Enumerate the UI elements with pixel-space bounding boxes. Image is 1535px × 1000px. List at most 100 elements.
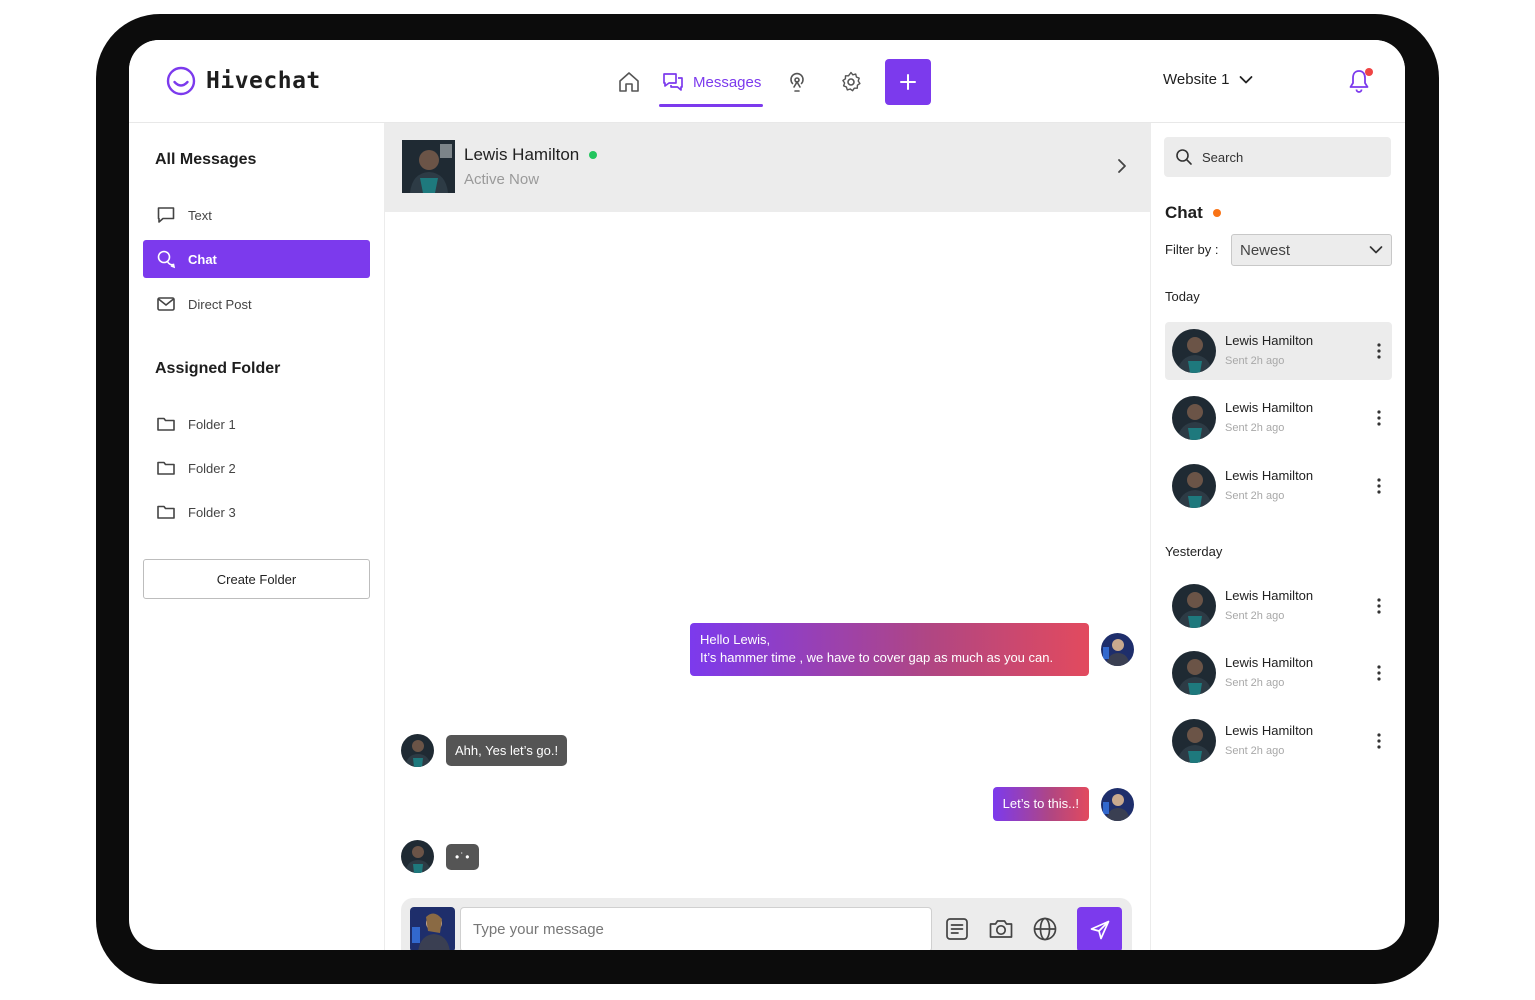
create-folder-button[interactable]: Create Folder [143,559,370,599]
folder-label: Folder 2 [188,460,236,476]
conversation-item[interactable]: Lewis Hamilton Sent 2h ago [1165,577,1392,635]
conversation-name: Lewis Hamilton [1225,655,1314,670]
folder-icon [157,461,175,475]
main-nav: Messages [615,58,932,107]
folder-label: Folder 3 [188,504,236,520]
contact-avatar-small [401,840,434,873]
message-bubble-outgoing[interactable]: Hello Lewis, It’s hammer time , we have … [690,623,1089,676]
document-icon[interactable] [943,915,971,943]
filter-value: Newest [1240,241,1291,259]
home-icon[interactable] [615,68,643,96]
conversation-avatar [1172,396,1216,440]
filter-label: Filter by : [1165,242,1219,257]
message-row-outgoing: Hello Lewis, It’s hammer time , we have … [690,623,1134,676]
search-box[interactable] [1164,137,1391,177]
contact-name-row: Lewis Hamilton [464,145,598,165]
conversation-item[interactable]: Lewis Hamilton Sent 2h ago [1165,457,1392,515]
search-icon [1176,149,1192,165]
chevron-right-icon[interactable] [1116,157,1128,175]
app-screen: Hivechat Messages Website 1 All Messages… [129,40,1405,950]
contact-status: Active Now [464,171,540,188]
more-vertical-icon[interactable] [1376,477,1382,495]
website-selector[interactable]: Website 1 [1163,71,1253,88]
message-row-incoming: Ahh, Yes let’s go.! [401,734,568,767]
nav-messages-label: Messages [693,73,762,91]
conversation-time: Sent 2h ago [1225,745,1285,757]
online-status-dot [589,151,598,159]
contact-name: Lewis Hamilton [464,145,580,164]
notification-bell-icon[interactable] [1347,68,1373,96]
conversation-avatar [1172,329,1216,373]
message-input[interactable] [460,907,932,950]
send-icon [1090,920,1109,939]
message-line: It’s hammer time , we have to cover gap … [700,650,1054,665]
sidebar-item-folder-2[interactable]: Folder 2 [143,449,370,487]
chat-panel: Lewis Hamilton Active Now Hello Lewis, I… [385,123,1150,950]
assigned-folder-title: Assigned Folder [155,360,281,377]
settings-gear-icon[interactable] [837,68,865,96]
more-vertical-icon[interactable] [1376,664,1382,682]
app-logo[interactable]: Hivechat [166,66,321,96]
my-avatar [410,907,455,950]
message-composer [401,898,1132,950]
typing-indicator: •˙• [446,843,480,870]
sidebar-item-label: Text [188,207,212,223]
more-vertical-icon[interactable] [1376,597,1382,615]
folder-icon [157,505,175,519]
filter-dropdown[interactable]: Newest [1231,234,1392,266]
more-vertical-icon[interactable] [1376,732,1382,750]
mail-icon [157,297,175,311]
search-input[interactable] [1202,149,1382,165]
chat-title-label: Chat [1165,203,1203,222]
conversation-item[interactable]: Lewis Hamilton Sent 2h ago [1165,322,1392,380]
conversation-avatar [1172,464,1216,508]
chat-bubbles-icon [157,250,176,269]
broadcast-icon[interactable] [783,68,811,96]
nav-tab-messages[interactable]: Messages [659,58,764,107]
notification-badge [1365,68,1373,76]
left-sidebar: All Messages Text Chat Direct Post Assig… [129,123,385,950]
conversation-time: Sent 2h ago [1225,422,1285,434]
website-label: Website 1 [1163,71,1230,88]
sidebar-item-direct-post[interactable]: Direct Post [143,285,370,323]
more-vertical-icon[interactable] [1376,409,1382,427]
plus-icon [900,74,917,90]
conversation-name: Lewis Hamilton [1225,400,1314,415]
more-vertical-icon[interactable] [1376,342,1382,360]
conversation-item[interactable]: Lewis Hamilton Sent 2h ago [1165,389,1392,447]
message-bubble-outgoing[interactable]: Let’s to this..! [992,787,1089,821]
unread-dot [1212,209,1221,217]
message-row-incoming: •˙• [401,840,480,873]
conversation-item[interactable]: Lewis Hamilton Sent 2h ago [1165,644,1392,702]
messages-icon [663,73,683,91]
sidebar-item-folder-1[interactable]: Folder 1 [143,405,370,443]
conversation-avatar [1172,719,1216,763]
group-label-today: Today [1165,289,1200,304]
sidebar-item-folder-3[interactable]: Folder 3 [143,493,370,531]
folder-label: Folder 1 [188,416,236,432]
contact-avatar-small [401,734,434,767]
chevron-down-icon [1240,75,1253,83]
sidebar-item-label: Chat [188,251,217,267]
add-new-button[interactable] [885,59,932,105]
contact-avatar [402,140,455,193]
chevron-down-icon [1369,246,1383,254]
conversation-item[interactable]: Lewis Hamilton Sent 2h ago [1165,712,1392,770]
message-line: Hello Lewis, [700,632,771,647]
chat-list-title: Chat [1165,203,1221,223]
message-bubble-incoming[interactable]: Ahh, Yes let’s go.! [446,735,568,766]
text-bubble-icon [157,207,175,223]
sidebar-item-chat[interactable]: Chat [143,240,370,278]
sidebar-item-text[interactable]: Text [143,196,370,234]
send-button[interactable] [1077,907,1122,950]
globe-icon[interactable] [1031,915,1059,943]
conversation-time: Sent 2h ago [1225,355,1285,367]
app-name: Hivechat [206,68,321,94]
group-label-yesterday: Yesterday [1165,544,1223,559]
conversation-avatar [1172,651,1216,695]
conversation-name: Lewis Hamilton [1225,468,1314,483]
conversation-list-panel: Chat Filter by : Newest Today Lewis Hami… [1150,123,1405,950]
conversation-avatar [1172,584,1216,628]
camera-icon[interactable] [987,915,1015,943]
chat-header[interactable]: Lewis Hamilton Active Now [385,123,1150,212]
